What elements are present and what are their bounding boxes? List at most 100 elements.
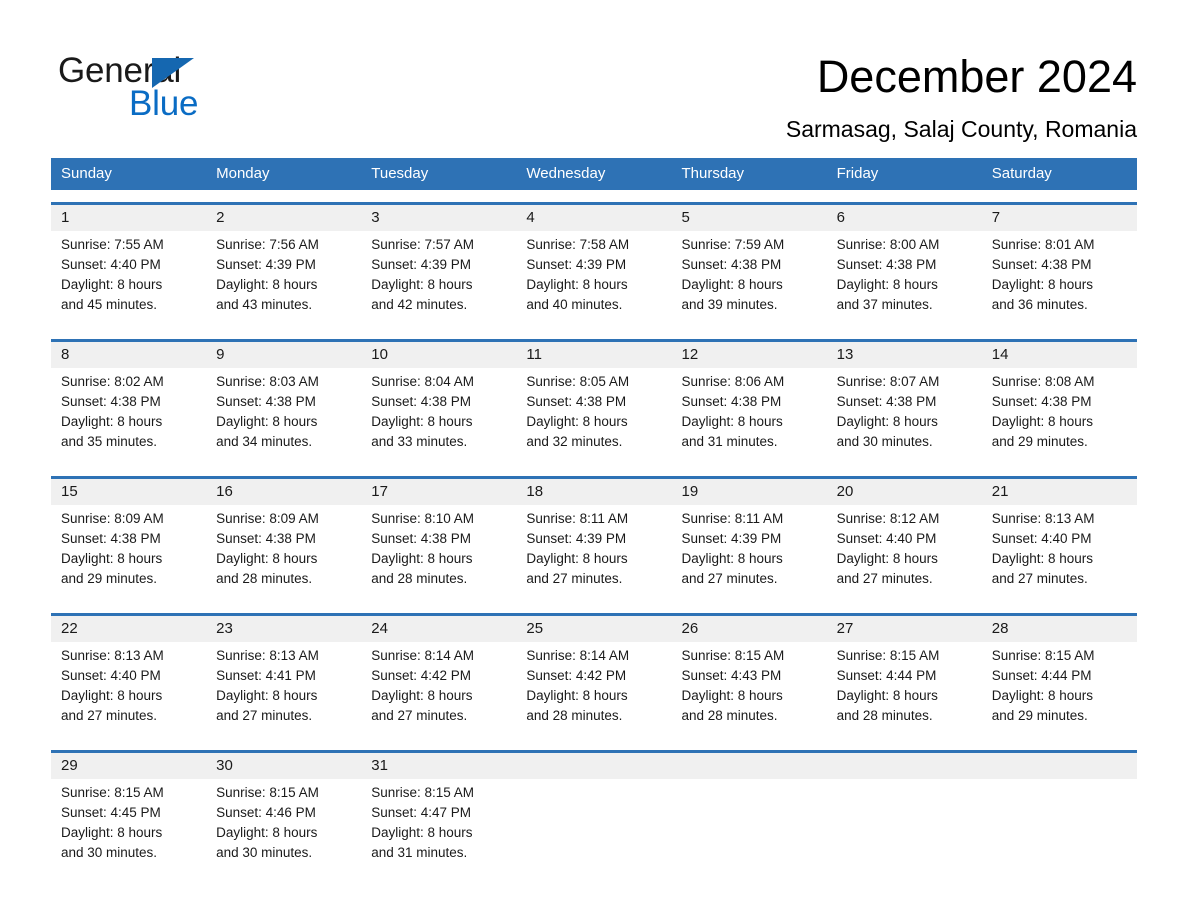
daylight-text-line2: and 27 minutes.	[681, 571, 778, 586]
day-info: Sunrise: 8:15 AM Sunset: 4:44 PM Dayligh…	[992, 642, 1129, 726]
sunset-text: Sunset: 4:46 PM	[216, 805, 316, 820]
daylight-text-line1: Daylight: 8 hours	[836, 688, 938, 703]
daylight-text-line1: Daylight: 8 hours	[836, 551, 938, 566]
day-info: Sunrise: 8:12 AM Sunset: 4:40 PM Dayligh…	[837, 505, 974, 589]
day-cell[interactable]: 24 Sunrise: 8:14 AM Sunset: 4:42 PM Dayl…	[361, 616, 516, 738]
week-row: 1 Sunrise: 7:55 AM Sunset: 4:40 PM Dayli…	[51, 202, 1137, 327]
day-cell[interactable]: 13 Sunrise: 8:07 AM Sunset: 4:38 PM Dayl…	[827, 342, 982, 464]
daylight-text-line1: Daylight: 8 hours	[61, 414, 163, 429]
week-row: 22 Sunrise: 8:13 AM Sunset: 4:40 PM Dayl…	[51, 613, 1137, 738]
sunrise-text: Sunrise: 8:04 AM	[371, 374, 475, 389]
day-cell[interactable]: 4 Sunrise: 7:58 AM Sunset: 4:39 PM Dayli…	[516, 205, 671, 327]
sunset-text: Sunset: 4:38 PM	[216, 531, 316, 546]
weekday-header-friday: Friday	[836, 165, 879, 182]
daylight-text-line2: and 30 minutes.	[216, 845, 313, 860]
day-cell[interactable]: 31 Sunrise: 8:15 AM Sunset: 4:47 PM Dayl…	[361, 753, 516, 875]
week-row: 15 Sunrise: 8:09 AM Sunset: 4:38 PM Dayl…	[51, 476, 1137, 601]
daylight-text-line1: Daylight: 8 hours	[371, 825, 473, 840]
day-cell[interactable]: 26 Sunrise: 8:15 AM Sunset: 4:43 PM Dayl…	[672, 616, 827, 738]
day-cell[interactable]: 2 Sunrise: 7:56 AM Sunset: 4:39 PM Dayli…	[206, 205, 361, 327]
sunset-text: Sunset: 4:38 PM	[61, 394, 161, 409]
day-cell[interactable]: 22 Sunrise: 8:13 AM Sunset: 4:40 PM Dayl…	[51, 616, 206, 738]
day-info: Sunrise: 8:15 AM Sunset: 4:43 PM Dayligh…	[682, 642, 819, 726]
day-cell[interactable]: 15 Sunrise: 8:09 AM Sunset: 4:38 PM Dayl…	[51, 479, 206, 601]
day-number: 18	[526, 483, 544, 500]
day-info: Sunrise: 8:14 AM Sunset: 4:42 PM Dayligh…	[526, 642, 663, 726]
day-info: Sunrise: 8:15 AM Sunset: 4:47 PM Dayligh…	[371, 779, 508, 863]
sunrise-text: Sunrise: 8:13 AM	[991, 511, 1095, 526]
day-info: Sunrise: 8:10 AM Sunset: 4:38 PM Dayligh…	[371, 505, 508, 589]
day-cell[interactable]: 21 Sunrise: 8:13 AM Sunset: 4:40 PM Dayl…	[982, 479, 1137, 601]
location-subtitle: Sarmasag, Salaj County, Romania	[785, 116, 1137, 142]
day-cell[interactable]: 5 Sunrise: 7:59 AM Sunset: 4:38 PM Dayli…	[672, 205, 827, 327]
day-cell[interactable]: 25 Sunrise: 8:14 AM Sunset: 4:42 PM Dayl…	[516, 616, 671, 738]
day-info: Sunrise: 7:59 AM Sunset: 4:38 PM Dayligh…	[682, 231, 819, 315]
day-cell[interactable]: 27 Sunrise: 8:15 AM Sunset: 4:44 PM Dayl…	[827, 616, 982, 738]
daylight-text-line1: Daylight: 8 hours	[836, 277, 938, 292]
daylight-text-line2: and 37 minutes.	[836, 297, 933, 312]
daylight-text-line1: Daylight: 8 hours	[991, 277, 1094, 292]
sunrise-text: Sunrise: 8:13 AM	[61, 648, 164, 663]
daylight-text-line1: Daylight: 8 hours	[681, 277, 783, 292]
week-row: 8 Sunrise: 8:02 AM Sunset: 4:38 PM Dayli…	[51, 339, 1137, 464]
day-info: Sunrise: 8:13 AM Sunset: 4:40 PM Dayligh…	[992, 505, 1129, 589]
day-cell[interactable]: 11 Sunrise: 8:05 AM Sunset: 4:38 PM Dayl…	[516, 342, 671, 464]
sunrise-text: Sunrise: 8:15 AM	[61, 785, 164, 800]
day-number: 19	[681, 483, 699, 500]
day-cell[interactable]: 6 Sunrise: 8:00 AM Sunset: 4:38 PM Dayli…	[827, 205, 982, 327]
day-number: 30	[216, 757, 233, 774]
sunset-text: Sunset: 4:39 PM	[526, 257, 627, 272]
sunset-text: Sunset: 4:41 PM	[216, 668, 316, 683]
daylight-text-line2: and 27 minutes.	[836, 571, 933, 586]
day-cell[interactable]: 23 Sunrise: 8:13 AM Sunset: 4:41 PM Dayl…	[206, 616, 361, 738]
sunrise-text: Sunrise: 8:10 AM	[371, 511, 475, 526]
weekday-header-thursday: Thursday	[681, 165, 745, 182]
day-cell-empty	[672, 753, 827, 875]
daylight-text-line2: and 29 minutes.	[991, 708, 1088, 723]
day-cell[interactable]: 19 Sunrise: 8:11 AM Sunset: 4:39 PM Dayl…	[672, 479, 827, 601]
day-number: 2	[216, 209, 225, 226]
day-cell[interactable]: 16 Sunrise: 8:09 AM Sunset: 4:38 PM Dayl…	[206, 479, 361, 601]
sunrise-text: Sunrise: 7:57 AM	[371, 237, 475, 252]
calendar-table: Sunday Monday Tuesday Wednesday Thursday…	[51, 158, 1137, 875]
daylight-text-line2: and 33 minutes.	[371, 434, 468, 449]
day-number	[837, 753, 974, 779]
sunrise-text: Sunrise: 8:09 AM	[61, 511, 164, 526]
day-number: 27	[836, 620, 854, 637]
daylight-text-line2: and 45 minutes.	[61, 297, 158, 312]
day-number: 25	[526, 620, 544, 637]
day-cell[interactable]: 3 Sunrise: 7:57 AM Sunset: 4:39 PM Dayli…	[361, 205, 516, 327]
day-cell[interactable]: 9 Sunrise: 8:03 AM Sunset: 4:38 PM Dayli…	[206, 342, 361, 464]
day-cell[interactable]: 1 Sunrise: 7:55 AM Sunset: 4:40 PM Dayli…	[51, 205, 206, 327]
sunrise-text: Sunrise: 8:14 AM	[526, 648, 630, 663]
day-cell[interactable]: 8 Sunrise: 8:02 AM Sunset: 4:38 PM Dayli…	[51, 342, 206, 464]
sunset-text: Sunset: 4:40 PM	[61, 668, 161, 683]
day-info: Sunrise: 8:15 AM Sunset: 4:45 PM Dayligh…	[61, 779, 198, 863]
daylight-text-line1: Daylight: 8 hours	[371, 688, 473, 703]
sunrise-text: Sunrise: 8:15 AM	[681, 648, 785, 663]
sunrise-text: Sunrise: 8:07 AM	[836, 374, 940, 389]
day-cell[interactable]: 7 Sunrise: 8:01 AM Sunset: 4:38 PM Dayli…	[982, 205, 1137, 327]
sunset-text: Sunset: 4:39 PM	[216, 257, 316, 272]
day-cell[interactable]: 28 Sunrise: 8:15 AM Sunset: 4:44 PM Dayl…	[982, 616, 1137, 738]
sunrise-text: Sunrise: 7:58 AM	[526, 237, 630, 252]
daylight-text-line1: Daylight: 8 hours	[681, 551, 783, 566]
day-cell[interactable]: 29 Sunrise: 8:15 AM Sunset: 4:45 PM Dayl…	[51, 753, 206, 875]
day-number: 24	[371, 620, 388, 637]
daylight-text-line1: Daylight: 8 hours	[371, 551, 473, 566]
day-number	[682, 753, 819, 779]
day-info: Sunrise: 7:57 AM Sunset: 4:39 PM Dayligh…	[371, 231, 508, 315]
day-cell[interactable]: 14 Sunrise: 8:08 AM Sunset: 4:38 PM Dayl…	[982, 342, 1137, 464]
day-cell[interactable]: 17 Sunrise: 8:10 AM Sunset: 4:38 PM Dayl…	[361, 479, 516, 601]
sunset-text: Sunset: 4:42 PM	[526, 668, 627, 683]
day-info: Sunrise: 7:58 AM Sunset: 4:39 PM Dayligh…	[526, 231, 663, 315]
day-cell[interactable]: 12 Sunrise: 8:06 AM Sunset: 4:38 PM Dayl…	[672, 342, 827, 464]
day-cell[interactable]: 10 Sunrise: 8:04 AM Sunset: 4:38 PM Dayl…	[361, 342, 516, 464]
day-number: 21	[991, 483, 1009, 500]
day-cell[interactable]: 20 Sunrise: 8:12 AM Sunset: 4:40 PM Dayl…	[827, 479, 982, 601]
day-cell[interactable]: 30 Sunrise: 8:15 AM Sunset: 4:46 PM Dayl…	[206, 753, 361, 875]
day-number: 4	[526, 209, 535, 226]
day-cell[interactable]: 18 Sunrise: 8:11 AM Sunset: 4:39 PM Dayl…	[516, 479, 671, 601]
day-cell-empty	[982, 753, 1137, 875]
day-number: 1	[61, 209, 70, 226]
